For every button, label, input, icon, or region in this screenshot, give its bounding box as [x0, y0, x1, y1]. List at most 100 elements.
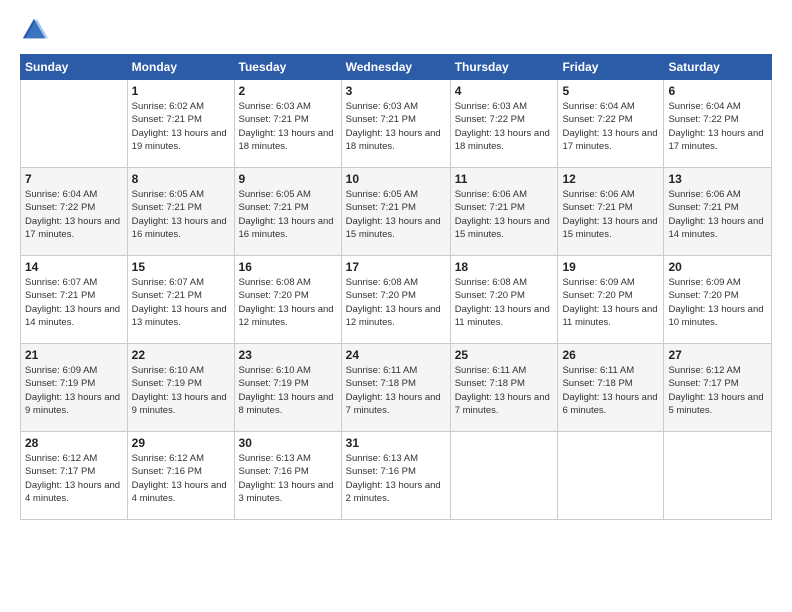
page-container: SundayMondayTuesdayWednesdayThursdayFrid… [0, 0, 792, 612]
calendar-cell: 16 Sunrise: 6:08 AMSunset: 7:20 PMDayligh… [234, 256, 341, 344]
day-info: Sunrise: 6:09 AMSunset: 7:20 PMDaylight:… [562, 276, 659, 329]
day-number: 10 [346, 172, 446, 186]
calendar-cell: 25 Sunrise: 6:11 AMSunset: 7:18 PMDayligh… [450, 344, 558, 432]
day-info: Sunrise: 6:11 AMSunset: 7:18 PMDaylight:… [346, 364, 446, 417]
calendar-cell [664, 432, 772, 520]
day-info: Sunrise: 6:04 AMSunset: 7:22 PMDaylight:… [668, 100, 767, 153]
day-number: 5 [562, 84, 659, 98]
day-number: 1 [132, 84, 230, 98]
calendar-cell: 6Sunrise: 6:04 AMSunset: 7:22 PMDaylight… [664, 80, 772, 168]
day-info: Sunrise: 6:05 AMSunset: 7:21 PMDaylight:… [132, 188, 230, 241]
calendar-cell: 1 Sunrise: 6:02 AMSunset: 7:21 PMDaylight… [127, 80, 234, 168]
day-info: Sunrise: 6:08 AMSunset: 7:20 PMDaylight:… [346, 276, 446, 329]
day-number: 16 [239, 260, 337, 274]
day-number: 25 [455, 348, 554, 362]
calendar-cell: 14 Sunrise: 6:07 AMSunset: 7:21 PMDayligh… [21, 256, 128, 344]
calendar-cell: 19 Sunrise: 6:09 AMSunset: 7:20 PMDayligh… [558, 256, 664, 344]
calendar-cell: 23 Sunrise: 6:10 AMSunset: 7:19 PMDayligh… [234, 344, 341, 432]
calendar-cell: 10 Sunrise: 6:05 AMSunset: 7:21 PMDayligh… [341, 168, 450, 256]
day-number: 23 [239, 348, 337, 362]
calendar-cell: 2 Sunrise: 6:03 AMSunset: 7:21 PMDaylight… [234, 80, 341, 168]
day-number: 14 [25, 260, 123, 274]
day-info: Sunrise: 6:13 AMSunset: 7:16 PMDaylight:… [239, 452, 337, 505]
day-info: Sunrise: 6:05 AMSunset: 7:21 PMDaylight:… [346, 188, 446, 241]
day-number: 22 [132, 348, 230, 362]
calendar-cell: 26 Sunrise: 6:11 AMSunset: 7:18 PMDayligh… [558, 344, 664, 432]
day-info: Sunrise: 6:09 AMSunset: 7:20 PMDaylight:… [668, 276, 767, 329]
calendar-table: SundayMondayTuesdayWednesdayThursdayFrid… [20, 54, 772, 520]
day-number: 18 [455, 260, 554, 274]
day-info: Sunrise: 6:09 AMSunset: 7:19 PMDaylight:… [25, 364, 123, 417]
calendar-cell: 21 Sunrise: 6:09 AMSunset: 7:19 PMDayligh… [21, 344, 128, 432]
day-of-week-header: Saturday [664, 55, 772, 80]
day-info: Sunrise: 6:07 AMSunset: 7:21 PMDaylight:… [132, 276, 230, 329]
day-number: 27 [668, 348, 767, 362]
day-info: Sunrise: 6:03 AMSunset: 7:21 PMDaylight:… [239, 100, 337, 153]
calendar-week-row: 21 Sunrise: 6:09 AMSunset: 7:19 PMDayligh… [21, 344, 772, 432]
day-number: 31 [346, 436, 446, 450]
day-info: Sunrise: 6:10 AMSunset: 7:19 PMDaylight:… [239, 364, 337, 417]
calendar-cell: 11 Sunrise: 6:06 AMSunset: 7:21 PMDayligh… [450, 168, 558, 256]
day-number: 9 [239, 172, 337, 186]
day-of-week-header: Thursday [450, 55, 558, 80]
day-info: Sunrise: 6:08 AMSunset: 7:20 PMDaylight:… [239, 276, 337, 329]
header [20, 16, 772, 44]
day-of-week-header: Tuesday [234, 55, 341, 80]
calendar-cell: 12 Sunrise: 6:06 AMSunset: 7:21 PMDayligh… [558, 168, 664, 256]
calendar-cell: 8 Sunrise: 6:05 AMSunset: 7:21 PMDaylight… [127, 168, 234, 256]
day-of-week-header: Wednesday [341, 55, 450, 80]
day-number: 30 [239, 436, 337, 450]
day-number: 4 [455, 84, 554, 98]
calendar-cell: 4 Sunrise: 6:03 AMSunset: 7:22 PMDaylight… [450, 80, 558, 168]
day-info: Sunrise: 6:07 AMSunset: 7:21 PMDaylight:… [25, 276, 123, 329]
day-number: 24 [346, 348, 446, 362]
day-number: 28 [25, 436, 123, 450]
day-info: Sunrise: 6:12 AMSunset: 7:17 PMDaylight:… [668, 364, 767, 417]
day-info: Sunrise: 6:08 AMSunset: 7:20 PMDaylight:… [455, 276, 554, 329]
calendar-cell: 3Sunrise: 6:03 AMSunset: 7:21 PMDaylight… [341, 80, 450, 168]
day-info: Sunrise: 6:02 AMSunset: 7:21 PMDaylight:… [132, 100, 230, 153]
day-number: 19 [562, 260, 659, 274]
day-info: Sunrise: 6:06 AMSunset: 7:21 PMDaylight:… [455, 188, 554, 241]
day-info: Sunrise: 6:11 AMSunset: 7:18 PMDaylight:… [455, 364, 554, 417]
day-info: Sunrise: 6:06 AMSunset: 7:21 PMDaylight:… [668, 188, 767, 241]
calendar-week-row: 28 Sunrise: 6:12 AMSunset: 7:17 PMDayligh… [21, 432, 772, 520]
day-number: 26 [562, 348, 659, 362]
day-of-week-header: Friday [558, 55, 664, 80]
logo [20, 16, 52, 44]
day-number: 2 [239, 84, 337, 98]
day-info: Sunrise: 6:05 AMSunset: 7:21 PMDaylight:… [239, 188, 337, 241]
day-number: 29 [132, 436, 230, 450]
calendar-cell: 30 Sunrise: 6:13 AMSunset: 7:16 PMDayligh… [234, 432, 341, 520]
day-number: 12 [562, 172, 659, 186]
day-info: Sunrise: 6:04 AMSunset: 7:22 PMDaylight:… [25, 188, 123, 241]
calendar-cell: 31Sunrise: 6:13 AMSunset: 7:16 PMDayligh… [341, 432, 450, 520]
day-info: Sunrise: 6:06 AMSunset: 7:21 PMDaylight:… [562, 188, 659, 241]
calendar-cell: 28 Sunrise: 6:12 AMSunset: 7:17 PMDayligh… [21, 432, 128, 520]
day-number: 20 [668, 260, 767, 274]
calendar-week-row: 7 Sunrise: 6:04 AMSunset: 7:22 PMDaylight… [21, 168, 772, 256]
day-number: 13 [668, 172, 767, 186]
calendar-cell: 24 Sunrise: 6:11 AMSunset: 7:18 PMDayligh… [341, 344, 450, 432]
day-of-week-header: Monday [127, 55, 234, 80]
day-number: 21 [25, 348, 123, 362]
day-number: 15 [132, 260, 230, 274]
calendar-cell: 13 Sunrise: 6:06 AMSunset: 7:21 PMDayligh… [664, 168, 772, 256]
day-info: Sunrise: 6:04 AMSunset: 7:22 PMDaylight:… [562, 100, 659, 153]
calendar-cell: 27 Sunrise: 6:12 AMSunset: 7:17 PMDayligh… [664, 344, 772, 432]
day-info: Sunrise: 6:11 AMSunset: 7:18 PMDaylight:… [562, 364, 659, 417]
calendar-cell: 15 Sunrise: 6:07 AMSunset: 7:21 PMDayligh… [127, 256, 234, 344]
day-number: 7 [25, 172, 123, 186]
calendar-cell: 7 Sunrise: 6:04 AMSunset: 7:22 PMDaylight… [21, 168, 128, 256]
calendar-week-row: 14 Sunrise: 6:07 AMSunset: 7:21 PMDayligh… [21, 256, 772, 344]
calendar-cell: 17 Sunrise: 6:08 AMSunset: 7:20 PMDayligh… [341, 256, 450, 344]
day-number: 11 [455, 172, 554, 186]
day-info: Sunrise: 6:12 AMSunset: 7:17 PMDaylight:… [25, 452, 123, 505]
calendar-cell [558, 432, 664, 520]
day-of-week-header: Sunday [21, 55, 128, 80]
day-number: 3 [346, 84, 446, 98]
day-number: 17 [346, 260, 446, 274]
calendar-cell [21, 80, 128, 168]
day-info: Sunrise: 6:03 AMSunset: 7:22 PMDaylight:… [455, 100, 554, 153]
day-number: 8 [132, 172, 230, 186]
